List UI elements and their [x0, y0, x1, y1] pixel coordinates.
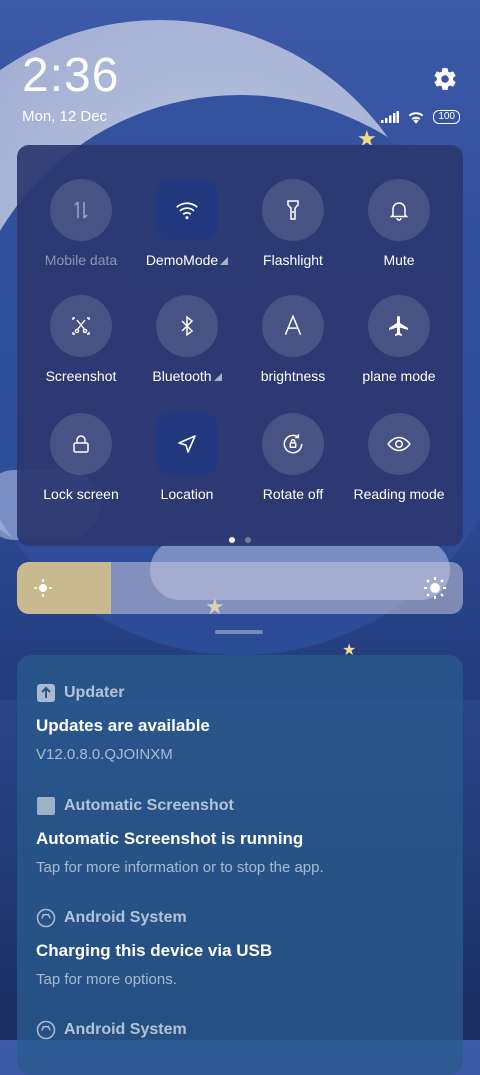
tile-label-text: Bluetooth — [152, 368, 212, 384]
notification-app-name: Updater — [64, 684, 125, 701]
brightness-slider[interactable] — [17, 562, 463, 614]
brightness-fill — [17, 562, 111, 614]
notification-item[interactable]: Updater Updates are available V12.0.8.0.QJ… — [36, 683, 447, 763]
rotate-icon — [262, 413, 324, 475]
notification-app: Automatic Screenshot — [36, 796, 447, 816]
gear-icon[interactable] — [432, 66, 458, 92]
tile-reading-mode[interactable]: Reading mode — [346, 413, 452, 502]
notification-app: Android System — [36, 1020, 447, 1040]
notification-title: Updates are available — [36, 716, 210, 735]
tile-flashlight[interactable]: Flashlight — [240, 179, 346, 268]
tile-label-text: Screenshot — [45, 368, 117, 384]
status-icons: 100 — [381, 110, 460, 124]
tile-label-text: Mobile data — [44, 252, 118, 268]
tile-label: Reading mode — [346, 486, 452, 502]
signal-icon — [381, 111, 400, 123]
tile-label: DemoMode — [134, 252, 240, 268]
clock[interactable]: 2:36 — [22, 48, 119, 103]
tile-label: Flashlight — [240, 252, 346, 268]
page-dot[interactable] — [229, 537, 235, 543]
tile-label-text: plane mode — [362, 368, 436, 384]
wifi-icon — [408, 112, 424, 124]
notification-item[interactable]: Android System Charging this device via U… — [36, 908, 447, 988]
tile-label-text: Reading mode — [353, 486, 445, 502]
auto-brightness-icon — [262, 295, 324, 357]
app-square-icon — [36, 796, 56, 816]
airplane-icon — [368, 295, 430, 357]
tile-label: Bluetooth — [134, 368, 240, 384]
tile-mobile-data[interactable]: Mobile data — [28, 179, 134, 268]
notification-app-name: Android System — [64, 909, 187, 926]
notification-app: Android System — [36, 908, 447, 928]
notification-body: V12.0.8.0.QJOINXM — [36, 746, 173, 763]
tile-label-text: Lock screen — [43, 486, 119, 502]
tile-plane-mode[interactable]: plane mode — [346, 295, 452, 384]
tile-label-text: Mute — [383, 252, 415, 268]
notification-item[interactable]: Automatic Screenshot Automatic Screenshot… — [36, 796, 447, 876]
notification-title: Charging this device via USB — [36, 941, 273, 960]
page-indicator — [17, 530, 463, 548]
tile-lock-screen[interactable]: Lock screen — [28, 413, 134, 502]
tile-label-text: brightness — [260, 368, 326, 384]
notification-item[interactable]: Android System — [36, 1020, 447, 1040]
tile-label-text: DemoMode — [145, 252, 219, 268]
notification-app-name: Automatic Screenshot — [64, 797, 234, 814]
bell-icon — [368, 179, 430, 241]
expand-corner-icon — [213, 373, 222, 381]
tile-demomode[interactable]: DemoMode — [134, 179, 240, 268]
quick-settings-panel: Mobile data DemoMode Flashlight Mute Screens… — [17, 145, 463, 546]
tile-label: Screenshot — [28, 368, 134, 384]
android-system-icon — [36, 908, 56, 928]
lock-icon — [50, 413, 112, 475]
brightness-low-icon — [34, 579, 52, 597]
tile-screenshot[interactable]: Screenshot — [28, 295, 134, 384]
tile-label: Mute — [346, 252, 452, 268]
tile-brightness[interactable]: brightness — [240, 295, 346, 384]
notification-body: Tap for more options. — [36, 971, 177, 988]
notification-app: Updater — [36, 683, 447, 703]
tile-label: plane mode — [346, 368, 452, 384]
brightness-high-icon — [424, 577, 446, 599]
tile-label: Mobile data — [28, 252, 134, 268]
bluetooth-icon — [156, 295, 218, 357]
tile-label-text: Location — [160, 486, 214, 502]
tile-bluetooth[interactable]: Bluetooth — [134, 295, 240, 384]
notification-list: Updater Updates are available V12.0.8.0.QJ… — [17, 655, 463, 1075]
screenshot-icon — [50, 295, 112, 357]
tile-label: Location — [134, 486, 240, 502]
notification-title: Automatic Screenshot is running — [36, 829, 304, 848]
page-dot[interactable] — [245, 537, 251, 543]
expand-corner-icon — [220, 257, 229, 265]
location-icon — [156, 413, 218, 475]
date[interactable]: Mon, 12 Dec — [22, 108, 107, 125]
eye-icon — [368, 413, 430, 475]
notification-app-name: Android System — [64, 1021, 187, 1038]
tile-label-text: Flashlight — [263, 252, 323, 268]
notification-body: Tap for more information or to stop the … — [36, 859, 324, 876]
tile-rotate-off[interactable]: Rotate off — [240, 413, 346, 502]
flashlight-icon — [262, 179, 324, 241]
tile-label-text: Rotate off — [262, 486, 324, 502]
tile-mute[interactable]: Mute — [346, 179, 452, 268]
updater-icon — [36, 683, 56, 703]
tile-location[interactable]: Location — [134, 413, 240, 502]
tile-label: Lock screen — [28, 486, 134, 502]
android-system-icon — [36, 1020, 56, 1040]
tile-label: brightness — [240, 368, 346, 384]
wifi-icon — [156, 179, 218, 241]
tile-label: Rotate off — [240, 486, 346, 502]
battery-indicator: 100 — [433, 110, 460, 124]
mobile-data-icon — [50, 179, 112, 241]
drag-handle[interactable] — [215, 630, 263, 634]
